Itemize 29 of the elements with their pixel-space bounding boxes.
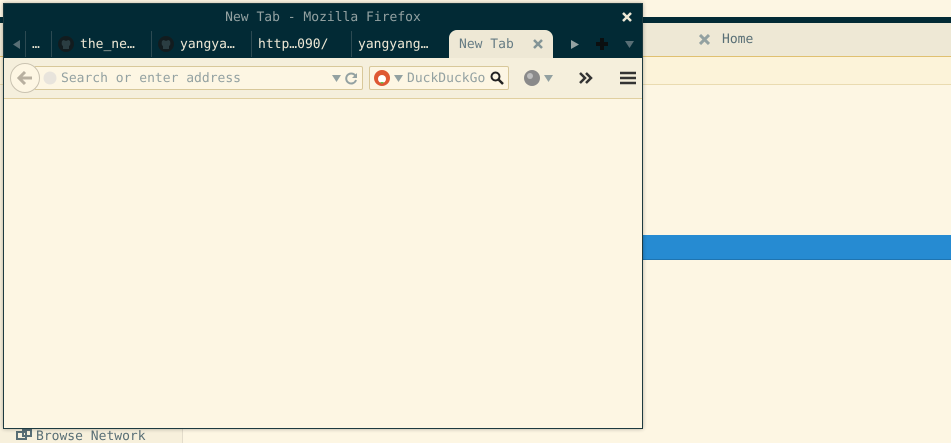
- back-button[interactable]: [10, 63, 40, 93]
- close-button[interactable]: [620, 10, 634, 24]
- search-icon[interactable]: [490, 71, 504, 85]
- scroll-left-icon[interactable]: [12, 40, 20, 48]
- browser-tab[interactable]: …: [25, 31, 51, 57]
- arrow-left-icon: [17, 71, 33, 85]
- search-field[interactable]: DuckDuckGo: [407, 70, 486, 86]
- browser-tab[interactable]: the_ne…: [51, 31, 151, 57]
- menu-button[interactable]: [619, 71, 637, 85]
- window-title: New Tab - Mozilla Firefox: [225, 10, 421, 24]
- search-bar[interactable]: DuckDuckGo: [369, 66, 509, 90]
- caret-icon: [394, 74, 403, 82]
- scroll-right-icon[interactable]: [571, 40, 579, 48]
- tab[interactable]: Home: [699, 32, 754, 47]
- reload-icon[interactable]: [345, 72, 358, 84]
- sidebar-item[interactable]: Browse Network: [36, 429, 146, 443]
- close-icon[interactable]: [533, 39, 543, 49]
- browser-tab[interactable]: http…090/: [251, 31, 351, 57]
- address-bar[interactable]: Search or enter address: [34, 66, 363, 90]
- globe-button[interactable]: [523, 69, 553, 87]
- network-icon: [16, 429, 32, 441]
- caret-icon: [544, 74, 553, 82]
- caret-icon: [624, 40, 634, 48]
- browser-tab[interactable]: yangya…: [151, 31, 251, 57]
- address-field[interactable]: Search or enter address: [61, 70, 328, 86]
- overflow-button[interactable]: [579, 72, 593, 84]
- browser-tab[interactable]: New Tab: [449, 30, 553, 58]
- close-icon[interactable]: [699, 34, 710, 45]
- caret-icon: [332, 74, 341, 82]
